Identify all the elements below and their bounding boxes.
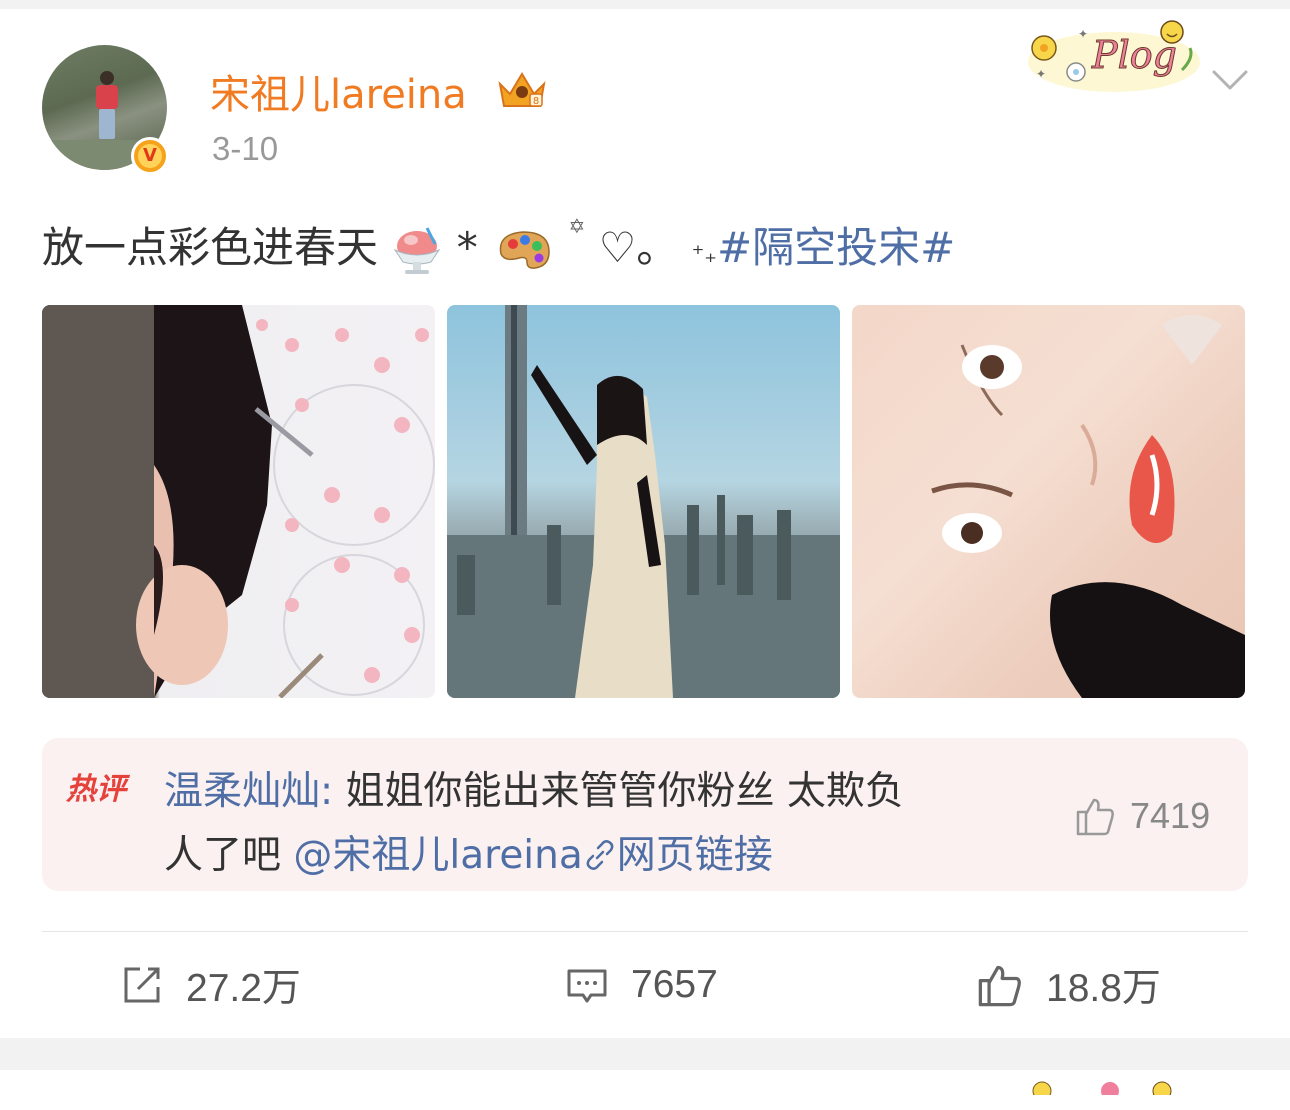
post-image-2[interactable] — [447, 305, 840, 698]
hot-comment-badge: 热评 — [66, 772, 126, 807]
svg-text:✦: ✦ — [1036, 67, 1046, 81]
share-icon — [124, 967, 160, 1003]
repost-count: 27.2万 — [186, 967, 301, 1010]
post-image-3[interactable] — [852, 305, 1245, 698]
hashtag-link[interactable]: #隔空投宋# — [717, 223, 955, 272]
like-count: 18.8万 — [1046, 967, 1161, 1010]
hot-comment-text-2: 人了吧 — [164, 833, 294, 878]
shaved-ice-emoji-icon — [393, 226, 441, 274]
hot-comment-line-2: 人了吧 @宋祖儿lareina 网页链接 — [164, 824, 773, 880]
post-text-sym2: ♡。 — [598, 223, 679, 272]
mention-link[interactable]: @宋祖儿lareina — [293, 833, 582, 878]
hot-comment-author[interactable]: 温柔灿灿: — [164, 769, 333, 814]
vip-crown-icon: 8 — [498, 72, 546, 107]
hot-comment-like-count: 7419 — [1130, 795, 1211, 836]
like-button[interactable]: 18.8万 — [976, 958, 1161, 1012]
artist-palette-emoji-icon — [499, 230, 550, 269]
photo-2-art — [447, 305, 840, 698]
post-date: 3-10 — [212, 130, 279, 167]
plog-sticker-icon: ✦ ✦ Plog — [1028, 20, 1200, 92]
photo-3-art — [931, 315, 1245, 698]
web-link-label: 网页链接 — [616, 833, 773, 878]
photo-1-art — [42, 305, 435, 698]
web-link[interactable]: 网页链接 — [583, 833, 773, 878]
repost-button[interactable]: 27.2万 — [120, 958, 301, 1012]
comment-button[interactable]: 7657 — [565, 958, 718, 1012]
comment-count: 7657 — [631, 963, 718, 1006]
post-text-sym1: * — [456, 223, 478, 272]
link-icon — [586, 840, 614, 870]
hot-comment-text-1: 姐姐你能出来管管你粉丝 太欺负 — [333, 769, 904, 814]
hot-comment-like[interactable]: 7419 — [1072, 794, 1222, 838]
post-image-1[interactable] — [42, 305, 435, 698]
thumbs-up-icon — [1076, 798, 1114, 836]
sparkle-icon: ✡ — [568, 214, 586, 238]
svg-text:8: 8 — [533, 96, 539, 107]
verified-badge-icon: V — [131, 137, 169, 175]
post-text-main: 放一点彩色进春天 — [42, 223, 379, 272]
divider — [42, 931, 1248, 932]
post-text: 放一点彩色进春天 * ✡ ♡。 ⁺₊#隔空投宋# — [42, 214, 955, 276]
post-text-sym3: ⁺₊ — [691, 240, 717, 268]
chevron-down-icon[interactable] — [1210, 66, 1250, 94]
avatar-figure — [94, 71, 120, 141]
hot-comment-line-1: 温柔灿灿: 姐姐你能出来管管你粉丝 太欺负 — [164, 760, 904, 816]
comment-icon — [567, 969, 607, 1003]
thumbs-up-icon — [978, 965, 1021, 1007]
next-post-sticker-icon — [1032, 1081, 1172, 1095]
username[interactable]: 宋祖儿lareina — [210, 62, 467, 120]
svg-text:✦: ✦ — [1078, 27, 1088, 41]
